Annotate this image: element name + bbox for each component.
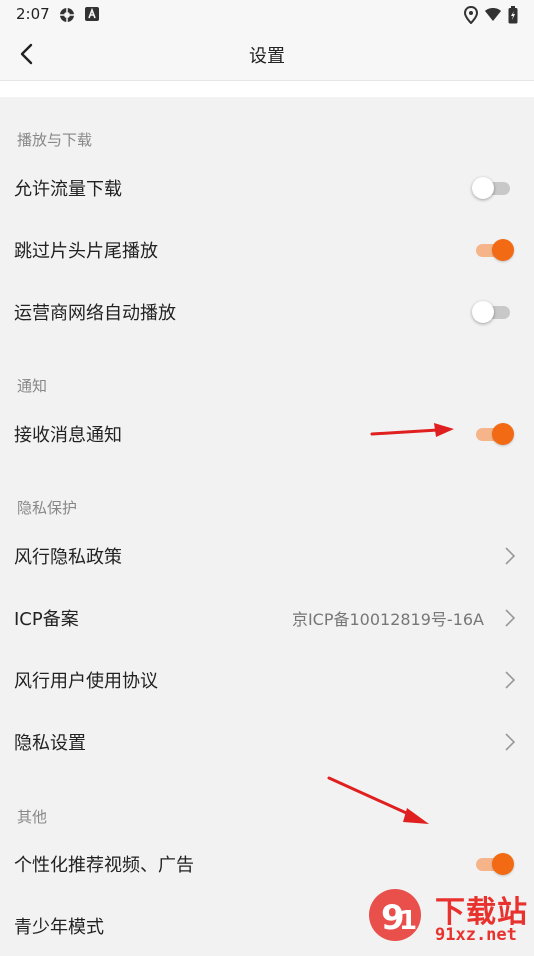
setting-label: 允许流量下载: [14, 179, 122, 200]
setting-row-privacy-policy[interactable]: 风行隐私政策: [0, 526, 534, 586]
toggle-switch-on[interactable]: [474, 422, 514, 446]
header-divider-band: [0, 81, 534, 97]
toggle-switch-on[interactable]: [474, 238, 514, 262]
chevron-right-icon: [505, 609, 516, 627]
settings-gear-icon: [58, 6, 76, 28]
chevron-right-icon: [505, 547, 516, 565]
chevron-right-icon: [505, 733, 516, 751]
setting-label: 跳过片头片尾播放: [14, 241, 158, 262]
section-label-other: 其他: [17, 808, 48, 826]
annotation-arrow-diagonal-icon: [327, 776, 429, 824]
setting-row-icp-record[interactable]: ICP备案 京ICP备10012819号-16A: [0, 588, 534, 648]
status-bar: 2:07: [0, 0, 534, 28]
setting-row-privacy-settings[interactable]: 隐私设置: [0, 712, 534, 772]
site-watermark: 9 1 下载站 91xz.net: [365, 885, 534, 950]
setting-row-allow-data-download[interactable]: 允许流量下载: [0, 158, 534, 218]
chevron-right-icon: [505, 671, 516, 689]
svg-text:1: 1: [399, 906, 417, 936]
toggle-switch-off[interactable]: [472, 176, 512, 200]
battery-icon: [508, 6, 518, 28]
setting-label: ICP备案: [14, 609, 79, 630]
setting-row-skip-intro-outro[interactable]: 跳过片头片尾播放: [0, 220, 534, 280]
icp-number-value: 京ICP备10012819号-16A: [291, 610, 484, 629]
setting-label: 接收消息通知: [14, 425, 122, 446]
location-pin-icon: [463, 5, 479, 28]
page-title: 设置: [249, 46, 285, 67]
setting-label: 风行隐私政策: [14, 547, 122, 568]
setting-label: 风行用户使用协议: [14, 671, 158, 692]
setting-label: 个性化推荐视频、广告: [14, 855, 194, 876]
annotation-arrow-right-icon: [370, 423, 454, 437]
wifi-icon: [484, 6, 502, 26]
app-header: 设置: [0, 28, 534, 81]
section-label-playback: 播放与下载: [17, 131, 93, 149]
setting-label: 青少年模式: [14, 917, 104, 938]
toggle-switch-off[interactable]: [472, 300, 512, 324]
setting-label: 运营商网络自动播放: [14, 303, 176, 324]
section-label-privacy: 隐私保护: [17, 499, 78, 517]
setting-row-user-agreement[interactable]: 风行用户使用协议: [0, 650, 534, 710]
setting-row-cellular-autoplay[interactable]: 运营商网络自动播放: [0, 282, 534, 342]
setting-label: 隐私设置: [14, 733, 86, 754]
toggle-switch-on[interactable]: [474, 852, 514, 876]
watermark-url: 91xz.net: [435, 925, 517, 945]
section-label-notifications: 通知: [17, 377, 48, 395]
a-badge-icon: [84, 6, 100, 26]
status-time: 2:07: [16, 5, 50, 23]
